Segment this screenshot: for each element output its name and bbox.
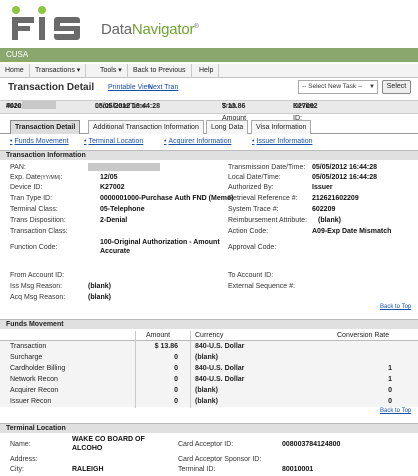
- terminal-class-value: 05-Telephone: [100, 206, 145, 213]
- masked-pan: [21, 101, 56, 109]
- system-trace-label: System Trace #:: [228, 206, 279, 213]
- action-code-label: Action Code:: [228, 228, 269, 235]
- transmission-datetime-value: 05/05/2012 16:44:28: [312, 164, 377, 171]
- authorized-by-label: Authorized By:: [228, 184, 274, 191]
- pan-label: PAN:: [10, 164, 26, 171]
- tran-amount-summary: Tran Amount $ 13.86: [222, 103, 247, 122]
- approval-code-label: Approval Code:: [228, 244, 277, 251]
- org-bar: CUSA: [0, 48, 418, 62]
- menu-help[interactable]: Help: [194, 64, 220, 78]
- tran-type-id-value: 0000001000-Purchase Auth FND (Memo): [100, 195, 234, 202]
- action-code-value: A09-Exp Date Mismatch: [312, 228, 392, 235]
- table-row: Transaction $ 13.86 840-U.S. Dollar: [10, 343, 245, 350]
- menu-back-to-previous[interactable]: Back to Previous: [128, 64, 192, 78]
- funds-table-header: Amount Currency Conversion Rate: [0, 331, 418, 341]
- iss-msg-reason-label: Iss Msg Reason:: [10, 283, 63, 290]
- table-row: Acquirer Recon 0 (blank) 0: [10, 387, 392, 394]
- terminal-address-label: Address:: [10, 456, 38, 463]
- card-acceptor-id-value: 008003784124800: [282, 441, 341, 448]
- device-id-value: K27002: [100, 184, 125, 191]
- table-row: Surcharge 0 (blank): [10, 354, 218, 361]
- acq-msg-reason-label: Acq Msg Reason:: [10, 294, 66, 301]
- task-select[interactable]: -- Select New Task -- ▼: [298, 80, 378, 94]
- function-code-value: 100-Original Authorization - Amount Accu…: [100, 239, 220, 255]
- acq-msg-reason-value: (blank): [88, 294, 111, 301]
- terminal-id-value: 80010001: [282, 466, 314, 473]
- table-row: Issuer Recon 0 (blank) 0: [10, 398, 392, 405]
- terminal-city-value: RALEIGH: [72, 466, 104, 473]
- card-acceptor-id-label: Card Acceptor ID:: [178, 441, 234, 448]
- summary-strip: PAN: 4020 Local Date/Time: 05/05/2012 16…: [0, 100, 418, 122]
- device-id-label: Device ID:: [10, 184, 43, 191]
- exp-date-value: 12/05: [100, 174, 118, 181]
- transmission-datetime-label: Transmission Date/Time:: [228, 164, 306, 171]
- caret-down-icon: ▾: [118, 67, 122, 74]
- org-name: CUSA: [6, 50, 29, 59]
- transaction-class-label: Transaction Class:: [10, 228, 68, 235]
- trans-disposition-value: 2-Denial: [100, 217, 128, 224]
- terminal-city-label: City:: [10, 466, 24, 473]
- tab-visa-information[interactable]: Visa Information: [251, 120, 312, 134]
- retrieval-reference-value: 212621602209: [312, 195, 359, 202]
- page-title: Transaction Detail: [8, 82, 95, 93]
- title-bar: Transaction Detail Printable View Next T…: [0, 78, 418, 98]
- acquirer-information-link[interactable]: • Acquirer Information: [164, 138, 231, 145]
- terminal-name-value: WAKE CO BOARD OF ALCOHO: [72, 436, 145, 452]
- caret-down-icon: ▾: [76, 67, 81, 74]
- col-conversion-rate: Conversion Rate: [337, 332, 390, 339]
- col-currency: Currency: [195, 332, 224, 339]
- next-tran-link[interactable]: Next Tran: [148, 84, 178, 91]
- tab-additional-transaction-information[interactable]: Additional Transaction Information: [88, 120, 204, 134]
- back-to-top-link[interactable]: Back to Top: [380, 408, 411, 414]
- reimbursement-attribute-label: Reimbursement Attribute:: [228, 217, 307, 224]
- transaction-information-title: Transaction Information: [0, 150, 418, 160]
- chevron-down-icon: ▼: [369, 84, 375, 90]
- printable-view-link[interactable]: Printable View: [108, 84, 153, 91]
- retrieval-reference-label: Retrieval Reference #:: [228, 195, 298, 202]
- section-links: • Funds Movement • Terminal Location • Acqu…: [0, 138, 418, 148]
- from-account-id-label: From Account ID:: [10, 272, 65, 279]
- device-id-summary: Device ID: K27002: [293, 103, 318, 122]
- terminal-location-link[interactable]: • Terminal Location: [84, 138, 143, 145]
- pan-summary: PAN: 4020: [6, 101, 56, 113]
- to-account-id-label: To Account ID:: [228, 272, 274, 279]
- tran-type-id-label: Tran Type ID:: [10, 195, 53, 202]
- fis-logo: [8, 6, 86, 42]
- select-button[interactable]: Select: [382, 80, 411, 94]
- local-datetime-label: Local Date/Time:: [228, 174, 281, 181]
- system-trace-value: 602209: [312, 206, 336, 213]
- external-sequence-label: External Sequence #:: [228, 283, 295, 290]
- back-to-top-link[interactable]: Back to Top: [380, 304, 411, 310]
- issuer-information-link[interactable]: • Issuer Information: [252, 138, 312, 145]
- col-amount: Amount: [146, 332, 171, 339]
- pan-value: [88, 163, 160, 172]
- menu-home[interactable]: Home: [0, 64, 30, 78]
- iss-msg-reason-value: (blank): [88, 283, 111, 290]
- card-acceptor-sponsor-id-label: Card Acceptor Sponsor ID:: [178, 456, 262, 463]
- table-row: Network Recon 0 840-U.S. Dollar 1: [10, 376, 392, 383]
- authorized-by-value: Issuer: [312, 184, 333, 191]
- main-menu: Home Transactions ▾ Tools ▾ Back to Prev…: [0, 64, 418, 78]
- local-datetime-value: 05/05/2012 16:44:28: [312, 174, 377, 181]
- local-datetime-summary: Local Date/Time: 05/05/2012 16:44:28: [95, 103, 160, 110]
- table-row: Cardholder Billing 0 840-U.S. Dollar 1: [10, 365, 392, 372]
- app-header: DataNavigator®: [0, 0, 418, 48]
- function-code-label: Function Code:: [10, 244, 58, 251]
- exp-date-label: Exp. Date(YY/MM):: [10, 174, 63, 181]
- tab-long-data[interactable]: Long Data: [206, 120, 249, 134]
- reimbursement-attribute-value: (blank): [318, 217, 341, 224]
- terminal-class-label: Terminal Class:: [10, 206, 58, 213]
- trans-disposition-label: Trans Disposition:: [10, 217, 66, 224]
- menu-tools[interactable]: Tools ▾: [95, 64, 128, 78]
- terminal-name-label: Name:: [10, 441, 31, 448]
- terminal-id-label: Terminal ID:: [178, 466, 216, 473]
- product-name: DataNavigator®: [101, 21, 199, 38]
- tab-transaction-detail[interactable]: Transaction Detail: [10, 120, 81, 134]
- menu-transactions[interactable]: Transactions ▾: [30, 64, 87, 78]
- detail-tabs: Transaction Detail Additional Transactio…: [0, 118, 418, 134]
- funds-movement-link[interactable]: • Funds Movement: [10, 138, 69, 145]
- terminal-location-title: Terminal Location: [0, 423, 418, 433]
- funds-movement-title: Funds Movement: [0, 319, 418, 329]
